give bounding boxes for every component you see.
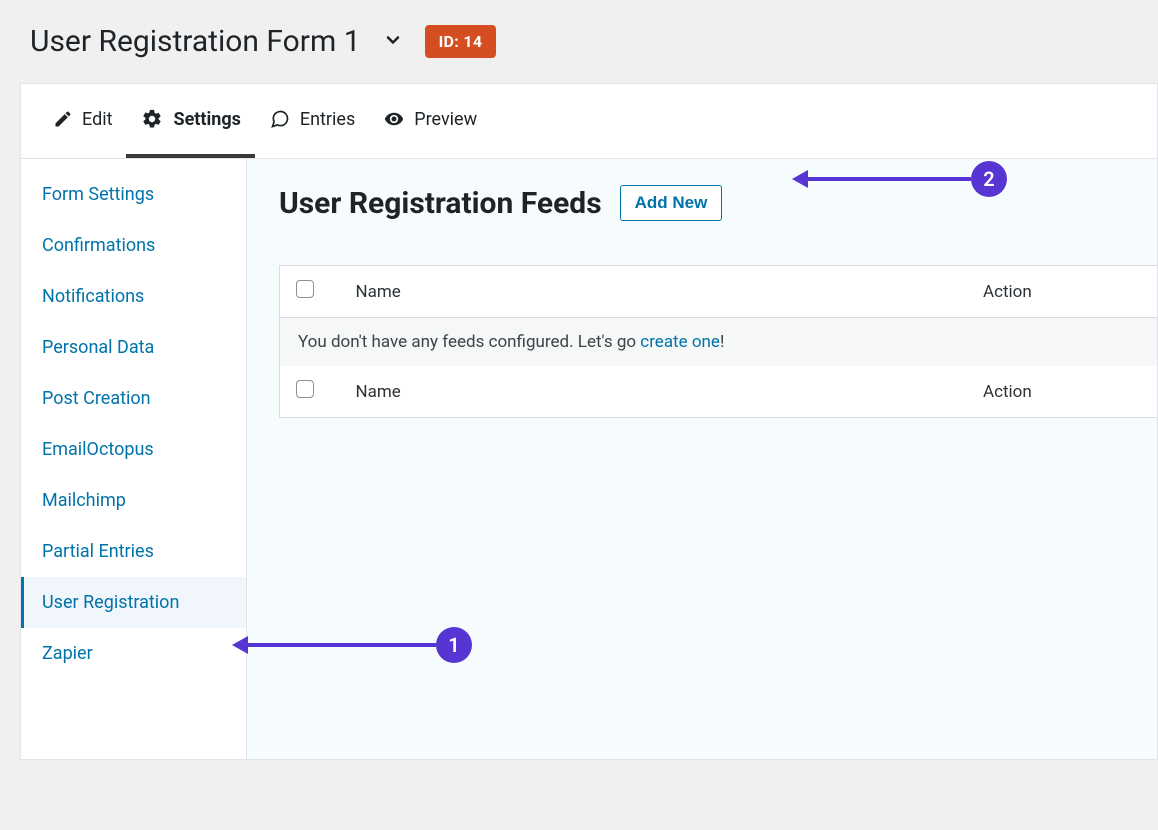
settings-sidebar: Form Settings Confirmations Notification… xyxy=(21,159,247,759)
sidebar-item-zapier[interactable]: Zapier xyxy=(21,628,246,679)
chevron-down-icon xyxy=(383,38,403,53)
tab-label: Entries xyxy=(300,109,355,130)
form-switcher-dropdown[interactable] xyxy=(379,26,407,57)
sidebar-item-form-settings[interactable]: Form Settings xyxy=(21,169,246,220)
form-tabs: Edit Settings Entries Preview xyxy=(21,84,1157,159)
column-header-action: Action xyxy=(967,266,1157,318)
pencil-icon xyxy=(53,109,73,129)
select-all-checkbox-footer[interactable] xyxy=(296,380,314,398)
sidebar-item-partial-entries[interactable]: Partial Entries xyxy=(21,526,246,577)
comment-icon xyxy=(269,109,291,129)
empty-text-prefix: You don't have any feeds configured. Let… xyxy=(298,332,640,352)
sidebar-item-emailoctopus[interactable]: EmailOctopus xyxy=(21,424,246,475)
tab-entries[interactable]: Entries xyxy=(255,85,369,158)
select-all-checkbox[interactable] xyxy=(296,280,314,298)
column-header-name[interactable]: Name xyxy=(340,266,968,318)
empty-text-suffix: ! xyxy=(720,332,724,352)
sidebar-item-personal-data[interactable]: Personal Data xyxy=(21,322,246,373)
tab-label: Settings xyxy=(173,109,240,130)
tab-settings[interactable]: Settings xyxy=(126,84,254,158)
column-footer-action: Action xyxy=(967,366,1157,418)
annotation-badge-1: 1 xyxy=(436,627,472,663)
create-one-link[interactable]: create one xyxy=(640,332,720,352)
eye-icon xyxy=(383,109,405,129)
tab-preview[interactable]: Preview xyxy=(369,85,491,158)
page-title: User Registration Form 1 xyxy=(30,24,361,59)
sidebar-item-post-creation[interactable]: Post Creation xyxy=(21,373,246,424)
form-id-badge: ID: 14 xyxy=(425,25,497,58)
column-footer-name: Name xyxy=(340,366,968,418)
table-empty-row: You don't have any feeds configured. Let… xyxy=(280,318,1158,367)
tab-edit[interactable]: Edit xyxy=(39,85,126,158)
sidebar-item-mailchimp[interactable]: Mailchimp xyxy=(21,475,246,526)
sidebar-item-notifications[interactable]: Notifications xyxy=(21,271,246,322)
add-new-button[interactable]: Add New xyxy=(620,185,723,221)
feeds-title: User Registration Feeds xyxy=(279,186,602,221)
sidebar-item-confirmations[interactable]: Confirmations xyxy=(21,220,246,271)
sidebar-item-user-registration[interactable]: User Registration xyxy=(21,577,246,628)
gears-icon xyxy=(140,108,164,130)
main-content: User Registration Feeds Add New Name Act… xyxy=(247,159,1157,759)
annotation-1: 1 xyxy=(232,627,472,663)
tab-label: Edit xyxy=(82,109,112,130)
feeds-table: Name Action You don't have any feeds con… xyxy=(279,265,1157,418)
tab-label: Preview xyxy=(414,109,477,130)
